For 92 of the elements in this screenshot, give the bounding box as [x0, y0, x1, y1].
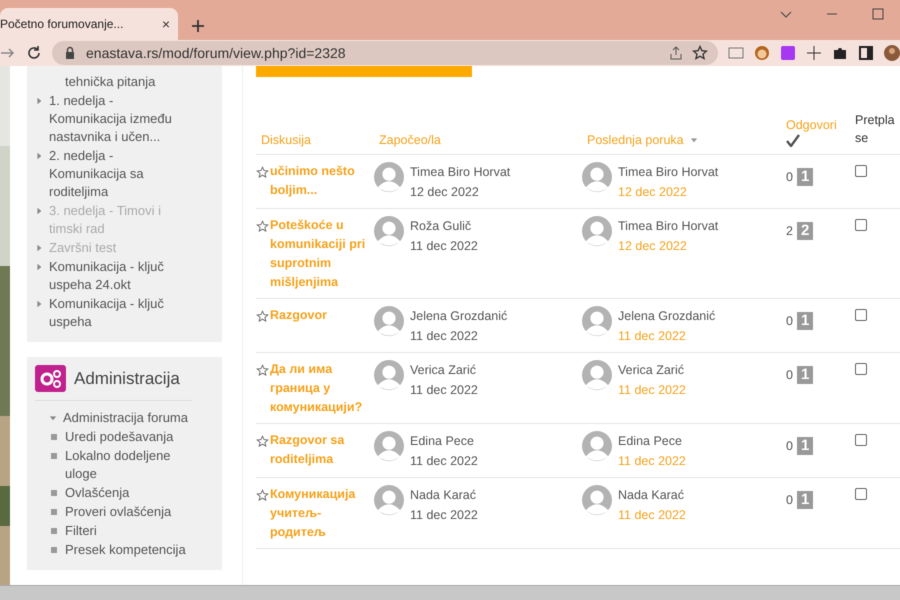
move-icon[interactable] — [806, 45, 822, 61]
checkmark-icon — [786, 134, 800, 147]
author-name[interactable]: Nada Karać — [410, 485, 478, 505]
avatar-icon — [374, 162, 404, 192]
reply-count[interactable]: 0 — [786, 368, 793, 382]
avatar-icon — [582, 360, 612, 390]
caret-right-icon — [35, 97, 43, 105]
post-date: 11 dec 2022 — [410, 328, 479, 345]
bullet-icon — [51, 434, 57, 440]
reply-count[interactable]: 0 — [786, 314, 793, 328]
close-icon[interactable]: × — [162, 16, 170, 32]
avatar-icon — [374, 216, 404, 246]
reload-icon[interactable] — [26, 45, 42, 61]
column-header: se — [855, 130, 870, 147]
nav-item[interactable]: 2. nedelja - Komunikacija sa roditeljima — [49, 147, 192, 201]
reply-count[interactable]: 0 — [786, 439, 793, 453]
reader-icon[interactable] — [728, 45, 744, 61]
avatar-icon — [374, 306, 404, 336]
avatar-icon — [582, 485, 612, 515]
profile-avatar-icon[interactable] — [884, 45, 900, 61]
avatar-icon — [374, 485, 404, 515]
author-name[interactable]: Jelena Grozdanić — [618, 306, 716, 326]
bullet-icon — [51, 547, 57, 553]
author-name[interactable]: Jelena Grozdanić — [410, 306, 508, 326]
nav-item[interactable]: Komunikacija - ključ uspeha 24.okt — [49, 258, 192, 294]
nav-item[interactable]: Presek kompetencija — [65, 541, 186, 559]
nav-item[interactable]: Lokalno dodeljene uloge — [65, 447, 192, 483]
sort-caret-icon[interactable] — [690, 136, 698, 144]
avatar-icon — [582, 431, 612, 461]
side-panel-icon[interactable] — [858, 45, 874, 61]
post-date: 11 dec 2022 — [410, 238, 478, 255]
caret-right-icon — [35, 300, 43, 308]
subscribe-checkbox[interactable] — [855, 434, 867, 446]
column-header: Pretpla — [855, 112, 896, 129]
author-name[interactable]: Timea Biro Horvat — [618, 216, 718, 236]
star-icon[interactable] — [256, 435, 269, 448]
post-date: 11 dec 2022 — [410, 453, 478, 470]
subscribe-checkbox[interactable] — [855, 363, 867, 375]
caret-down-icon — [49, 414, 57, 422]
star-icon[interactable] — [256, 489, 269, 502]
author-name[interactable]: Verica Zarić — [618, 360, 686, 380]
subscribe-checkbox[interactable] — [855, 219, 867, 231]
avatar-icon — [582, 216, 612, 246]
caret-right-icon — [35, 263, 43, 271]
nav-item[interactable]: Administracija foruma — [63, 409, 188, 427]
star-icon[interactable] — [256, 166, 269, 179]
bullet-icon — [51, 509, 57, 515]
author-name[interactable]: Edina Pece — [618, 431, 686, 451]
nav-item[interactable]: Filteri — [65, 522, 97, 540]
maximize-icon[interactable] — [870, 6, 886, 22]
post-date: 12 dec 2022 — [410, 184, 480, 201]
author-name[interactable]: Nada Karać — [618, 485, 686, 505]
nav-item[interactable]: 1. nedelja - Komunikacija između nastavnika i učen... — [49, 92, 192, 146]
author-name[interactable]: Verica Zarić — [410, 360, 478, 380]
avatar-icon — [582, 162, 612, 192]
share-icon[interactable] — [668, 45, 684, 61]
post-date: 11 dec 2022 — [410, 507, 478, 524]
nav-item[interactable]: Komunikacija - ključ uspeha — [49, 295, 192, 331]
subscribe-checkbox[interactable] — [855, 488, 867, 500]
author-name[interactable]: Timea Biro Horvat — [618, 162, 718, 182]
caret-right-icon — [35, 152, 43, 160]
avatar-icon — [374, 360, 404, 390]
bullet-icon — [51, 453, 57, 459]
subscribe-checkbox[interactable] — [855, 165, 867, 177]
caret-right-icon — [35, 244, 43, 252]
bullet-icon — [51, 528, 57, 534]
author-name[interactable]: Roža Gulič — [410, 216, 478, 236]
block-title: Administracija — [74, 368, 180, 388]
horizontal-scrollbar[interactable] — [0, 585, 900, 600]
gears-icon — [35, 365, 66, 392]
address-bar[interactable]: enastava.rs/mod/forum/view.php?id=2328 — [52, 41, 718, 65]
avatar-icon — [374, 431, 404, 461]
star-icon[interactable] — [256, 364, 269, 377]
bullet-icon — [51, 490, 57, 496]
caret-right-icon — [35, 207, 43, 215]
subscribe-checkbox[interactable] — [855, 309, 867, 321]
nav-item[interactable]: tehnička pitanja — [65, 73, 156, 91]
nav-item[interactable]: Proveri ovlašćenja — [65, 503, 172, 521]
post-date: 11 dec 2022 — [410, 382, 478, 399]
nav-item[interactable]: Ovlašćenja — [65, 484, 130, 502]
nav-item[interactable]: Uredi podešavanja — [65, 428, 174, 446]
author-name[interactable]: Edina Pece — [410, 431, 478, 451]
star-icon[interactable] — [692, 45, 708, 61]
avatar-icon — [582, 306, 612, 336]
reply-count[interactable]: 0 — [786, 170, 793, 184]
reply-count[interactable]: 0 — [786, 493, 793, 507]
browser-tab[interactable]: Početno forumovanje... × — [0, 8, 178, 40]
plus-icon[interactable] — [190, 18, 206, 34]
star-icon[interactable] — [256, 310, 269, 323]
author-name[interactable]: Timea Biro Horvat — [410, 162, 510, 182]
reply-count[interactable]: 2 — [786, 224, 793, 238]
star-icon[interactable] — [256, 220, 269, 233]
